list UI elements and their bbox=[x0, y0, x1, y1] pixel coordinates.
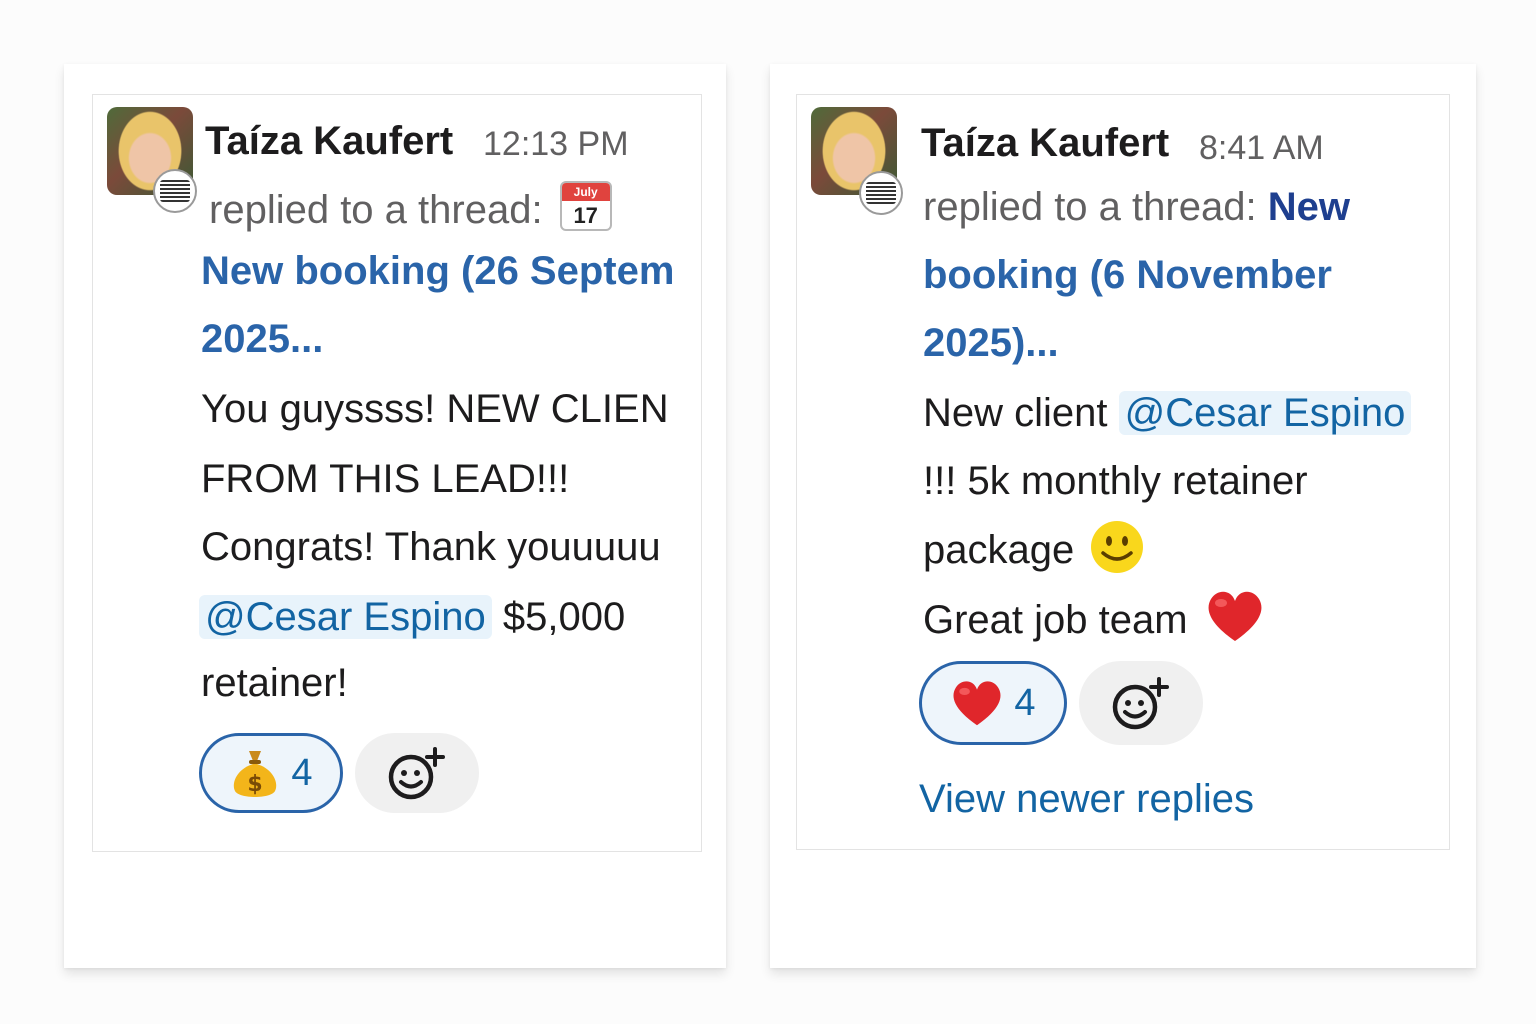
message-body-text: package bbox=[923, 528, 1075, 572]
add-reaction-icon bbox=[1112, 677, 1169, 730]
message-body-line: New client @Cesar Espino bbox=[923, 391, 1412, 436]
reply-meta: replied to a thread: July 17 bbox=[209, 181, 612, 233]
message-body-line: retainer! bbox=[201, 661, 348, 705]
add-reaction-icon bbox=[388, 747, 445, 800]
thread-title-link-cont[interactable]: booking (6 November bbox=[923, 253, 1332, 298]
red-heart-icon bbox=[1208, 591, 1262, 641]
reaction-heart[interactable]: 4 bbox=[919, 661, 1067, 745]
message-timestamp[interactable]: 8:41 AM bbox=[1199, 129, 1324, 168]
message-body-line: You guyssss! NEW CLIEN bbox=[201, 387, 669, 431]
smiley-icon bbox=[1091, 521, 1144, 573]
message-body-line: Great job team bbox=[923, 589, 1265, 643]
user-mention[interactable]: @Cesar Espino bbox=[1118, 391, 1412, 435]
message-body-text: $5,000 bbox=[502, 595, 626, 639]
add-reaction-button[interactable] bbox=[1079, 661, 1203, 745]
author-name[interactable]: Taíza Kaufert bbox=[205, 119, 453, 164]
message-body-text: New client bbox=[923, 391, 1108, 435]
message-body-line: package bbox=[923, 519, 1145, 575]
message-1: Taíza Kaufert 12:13 PM replied to a thre… bbox=[92, 94, 702, 852]
calendar-icon: July 17 bbox=[559, 181, 612, 231]
thread-title-link-cont[interactable]: 2025... bbox=[201, 317, 323, 362]
thread-title-link[interactable]: New bbox=[1268, 185, 1350, 229]
message-card-1: Taíza Kaufert 12:13 PM replied to a thre… bbox=[64, 64, 726, 968]
thread-title-link[interactable]: New booking (26 Septem bbox=[201, 249, 674, 294]
reaction-count: 4 bbox=[1014, 681, 1036, 724]
heart-icon bbox=[953, 681, 1001, 726]
thread-title-link-cont[interactable]: 2025)... bbox=[923, 321, 1059, 366]
message-card-2: Taíza Kaufert 8:41 AM replied to a threa… bbox=[770, 64, 1476, 968]
svg-text:$: $ bbox=[248, 772, 263, 797]
reaction-count: 4 bbox=[291, 751, 313, 794]
author-name[interactable]: Taíza Kaufert bbox=[921, 121, 1169, 166]
workspace-badge-icon bbox=[859, 171, 903, 215]
reply-meta-text: replied to a thread: bbox=[923, 185, 1257, 229]
money-bag-icon: $ bbox=[234, 751, 277, 797]
message-timestamp[interactable]: 12:13 PM bbox=[483, 125, 629, 164]
workspace-badge-icon bbox=[153, 169, 197, 213]
reply-meta-text: replied to a thread: bbox=[209, 188, 543, 232]
message-body-line: Congrats! Thank youuuuu bbox=[201, 525, 661, 569]
message-2: Taíza Kaufert 8:41 AM replied to a threa… bbox=[796, 94, 1450, 850]
message-body-text: Great job team bbox=[923, 598, 1188, 642]
view-newer-replies-link[interactable]: View newer replies bbox=[919, 777, 1254, 822]
message-body-line: @Cesar Espino $5,000 bbox=[199, 595, 625, 640]
user-mention[interactable]: @Cesar Espino bbox=[199, 595, 492, 639]
message-body-line: FROM THIS LEAD!!! bbox=[201, 457, 570, 501]
message-body-line: !!! 5k monthly retainer bbox=[923, 459, 1308, 503]
reply-meta: replied to a thread: New bbox=[923, 185, 1350, 230]
reaction-money-bag[interactable]: $ 4 bbox=[199, 733, 343, 813]
add-reaction-button[interactable] bbox=[355, 733, 479, 813]
